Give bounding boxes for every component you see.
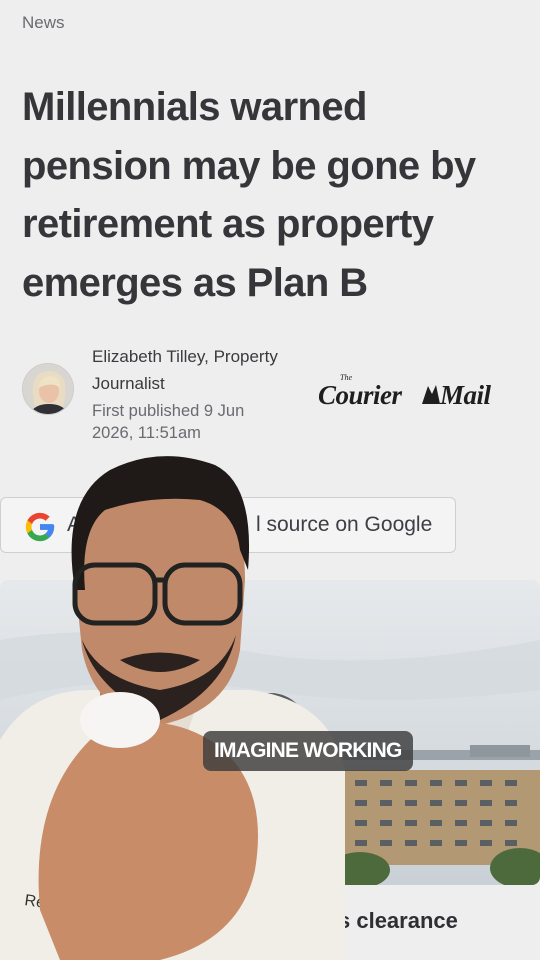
video-presenter-overlay: Research — [0, 440, 360, 960]
headline-line-1: Millennials warned — [22, 85, 367, 129]
author-photo — [23, 364, 73, 414]
author-name[interactable]: Elizabeth Tilley, Property — [92, 343, 322, 370]
svg-text:Courier: Courier — [318, 380, 403, 410]
article-headline: Millennials warned pension may be gone b… — [22, 78, 522, 312]
published-date: First published 9 Jun — [92, 402, 245, 420]
author-title: Journalist — [92, 374, 165, 393]
presenter-figure: Research — [0, 456, 345, 960]
headline-line-3: retirement as property — [22, 202, 434, 246]
courier-mail-logo-art: The Courier Mail — [318, 373, 492, 410]
author-avatar[interactable] — [22, 363, 74, 415]
video-caption: IMAGINE WORKING — [203, 731, 413, 771]
svg-text:Mail: Mail — [439, 380, 492, 410]
headline-line-4: emerges as Plan B — [22, 260, 368, 305]
section-label[interactable]: News — [22, 13, 65, 33]
byline: Elizabeth Tilley, Property Journalist Fi… — [92, 343, 322, 444]
courier-mail-logo[interactable]: The Courier Mail — [318, 373, 518, 414]
headline-line-2: pension may be gone by — [22, 143, 476, 188]
